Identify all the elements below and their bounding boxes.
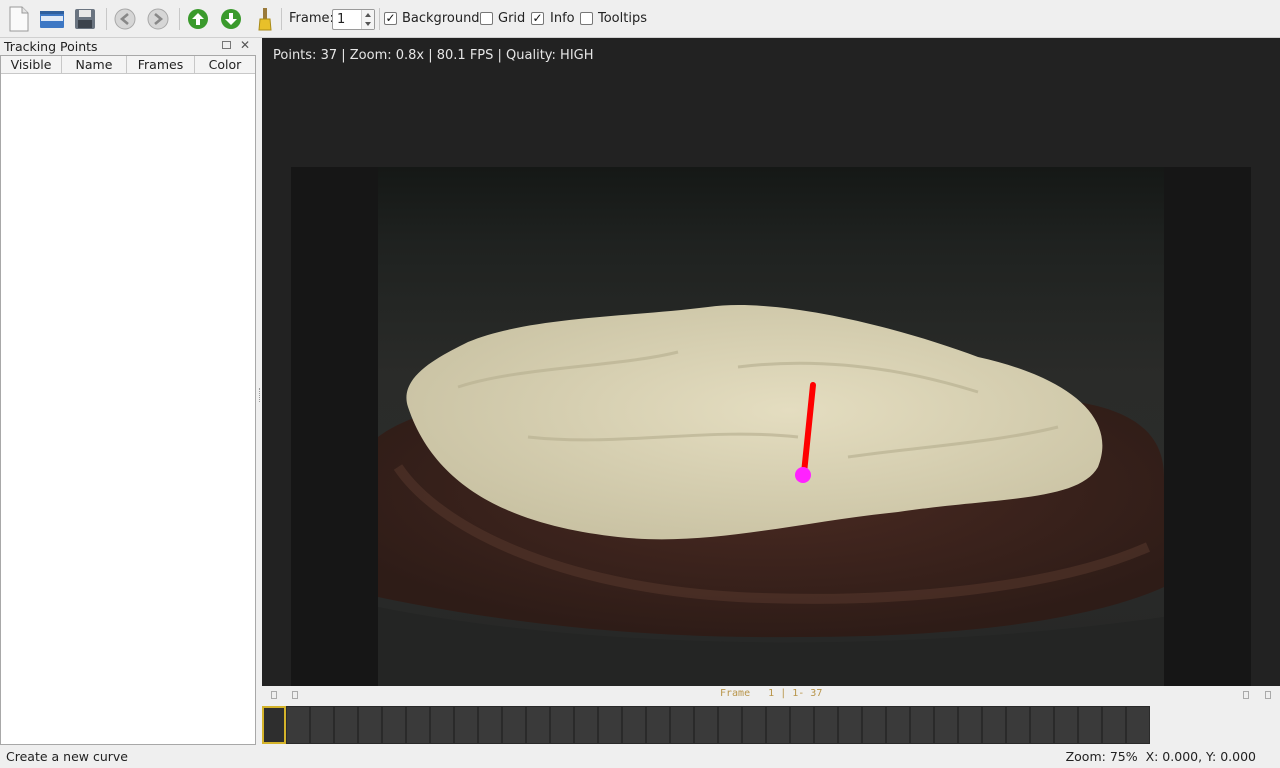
status-zoom: Zoom: 75% — [1065, 749, 1138, 764]
timeline-header: Frame 1 | 1- 37 — [262, 686, 1280, 705]
timeline-frame-cell[interactable] — [622, 706, 646, 744]
open-folder-icon[interactable] — [39, 6, 65, 32]
tooltips-checkbox[interactable] — [580, 12, 593, 25]
timeline-end-icon[interactable] — [1265, 691, 1271, 699]
timeline-next-icon[interactable] — [1243, 691, 1249, 699]
grid-checkbox[interactable] — [480, 12, 493, 25]
toolbar-separator — [179, 8, 180, 30]
timeline-start-icon[interactable] — [271, 691, 277, 699]
timeline-frame-cell[interactable] — [862, 706, 886, 744]
tracking-points-panel: Tracking Points ✕ Visible Name Frames Co… — [0, 38, 257, 745]
close-panel-icon[interactable]: ✕ — [240, 38, 250, 52]
timeline-frame-cell[interactable] — [454, 706, 478, 744]
timeline-frame-cell[interactable] — [502, 706, 526, 744]
timeline-frame-cell[interactable] — [838, 706, 862, 744]
timeline-frame-cell[interactable] — [526, 706, 550, 744]
column-frames[interactable]: Frames — [127, 56, 195, 74]
column-color[interactable]: Color — [195, 56, 255, 74]
timeline-frame-cell[interactable] — [814, 706, 838, 744]
timeline-frame-cell[interactable] — [958, 706, 982, 744]
spin-buttons[interactable] — [361, 10, 374, 29]
timeline-prev-icon[interactable] — [292, 691, 298, 699]
background-image — [378, 167, 1164, 686]
status-coords: X: 0.000, Y: 0.000 — [1145, 749, 1256, 764]
main-toolbar: Frame: 1 ✓ Background Grid ✓ Info Toolti… — [0, 0, 1280, 38]
timeline-frame-cell[interactable] — [310, 706, 334, 744]
spin-up-icon[interactable] — [365, 13, 371, 17]
timeline-frame-cell[interactable] — [910, 706, 934, 744]
frame-label: Frame: — [289, 11, 334, 26]
panel-title: Tracking Points — [4, 39, 98, 54]
timeline-frame-cell[interactable] — [1054, 706, 1078, 744]
status-message: Create a new curve — [6, 749, 128, 764]
timeline-frame-cell[interactable] — [406, 706, 430, 744]
status-bar: Create a new curve Zoom: 75% X: 0.000, Y… — [0, 745, 1280, 768]
undo-icon[interactable] — [112, 6, 138, 32]
timeline-frame-cell[interactable] — [430, 706, 454, 744]
timeline-frame-cell[interactable] — [694, 706, 718, 744]
frame-spinbox[interactable]: 1 — [332, 9, 375, 30]
timeline-frame-cell[interactable] — [646, 706, 670, 744]
brush-icon[interactable] — [252, 6, 278, 32]
background-label: Background — [402, 11, 480, 26]
toolbar-separator — [379, 8, 380, 30]
frame-value[interactable]: 1 — [337, 12, 345, 27]
info-label: Info — [550, 11, 575, 26]
timeline-frame-cell[interactable] — [886, 706, 910, 744]
timeline-frame-cell[interactable] — [478, 706, 502, 744]
timeline-frame-cell[interactable] — [598, 706, 622, 744]
background-checkbox[interactable]: ✓ — [384, 12, 397, 25]
timeline-frame-cell[interactable] — [766, 706, 790, 744]
timeline-frame-cell[interactable] — [382, 706, 406, 744]
timeline-frame-cell[interactable] — [1078, 706, 1102, 744]
timeline-frame-cell[interactable] — [358, 706, 382, 744]
new-file-icon[interactable] — [6, 6, 32, 32]
spin-down-icon[interactable] — [365, 22, 371, 26]
timeline-frame-cell[interactable] — [742, 706, 766, 744]
timeline-frame-cell[interactable] — [334, 706, 358, 744]
grid-label: Grid — [498, 11, 526, 26]
timeline-frame-cell[interactable] — [718, 706, 742, 744]
status-zoom-coords: Zoom: 75% X: 0.000, Y: 0.000 — [1066, 749, 1256, 764]
timeline-caption: Frame 1 | 1- 37 — [720, 688, 823, 699]
column-name[interactable]: Name — [62, 56, 127, 74]
info-checkbox[interactable]: ✓ — [531, 12, 544, 25]
timeline-frame-cell[interactable] — [1102, 706, 1126, 744]
save-icon[interactable] — [72, 6, 98, 32]
timeline-frame-cell[interactable] — [1126, 706, 1150, 744]
timeline-frame-cell[interactable] — [934, 706, 958, 744]
tracking-points-table[interactable]: Visible Name Frames Color — [0, 55, 256, 745]
toolbar-separator — [106, 8, 107, 30]
timeline-frame-cell[interactable] — [550, 706, 574, 744]
timeline-frame-cell[interactable] — [262, 706, 286, 744]
table-header: Visible Name Frames Color — [1, 56, 255, 74]
timeline-frame-cell[interactable] — [982, 706, 1006, 744]
timeline-strip[interactable] — [262, 705, 1280, 745]
timeline-frame-cell[interactable] — [1006, 706, 1030, 744]
tooltips-label: Tooltips — [598, 11, 647, 26]
timeline-frame-cell[interactable] — [1030, 706, 1054, 744]
viewer-info-overlay: Points: 37 | Zoom: 0.8x | 80.1 FPS | Qua… — [273, 48, 594, 63]
redo-icon[interactable] — [145, 6, 171, 32]
prev-point-icon[interactable] — [185, 6, 211, 32]
timeline-frame-cell[interactable] — [670, 706, 694, 744]
timeline-frame-cell[interactable] — [574, 706, 598, 744]
splitter-grip[interactable] — [259, 388, 260, 402]
next-point-icon[interactable] — [218, 6, 244, 32]
timeline-frame-cell[interactable] — [790, 706, 814, 744]
float-panel-icon[interactable] — [222, 41, 231, 49]
background-frame-area — [291, 167, 1251, 686]
curve-viewer[interactable]: Points: 37 | Zoom: 0.8x | 80.1 FPS | Qua… — [262, 38, 1280, 686]
timeline-frame-cell[interactable] — [286, 706, 310, 744]
column-visible[interactable]: Visible — [1, 56, 62, 74]
toolbar-separator — [281, 8, 282, 30]
